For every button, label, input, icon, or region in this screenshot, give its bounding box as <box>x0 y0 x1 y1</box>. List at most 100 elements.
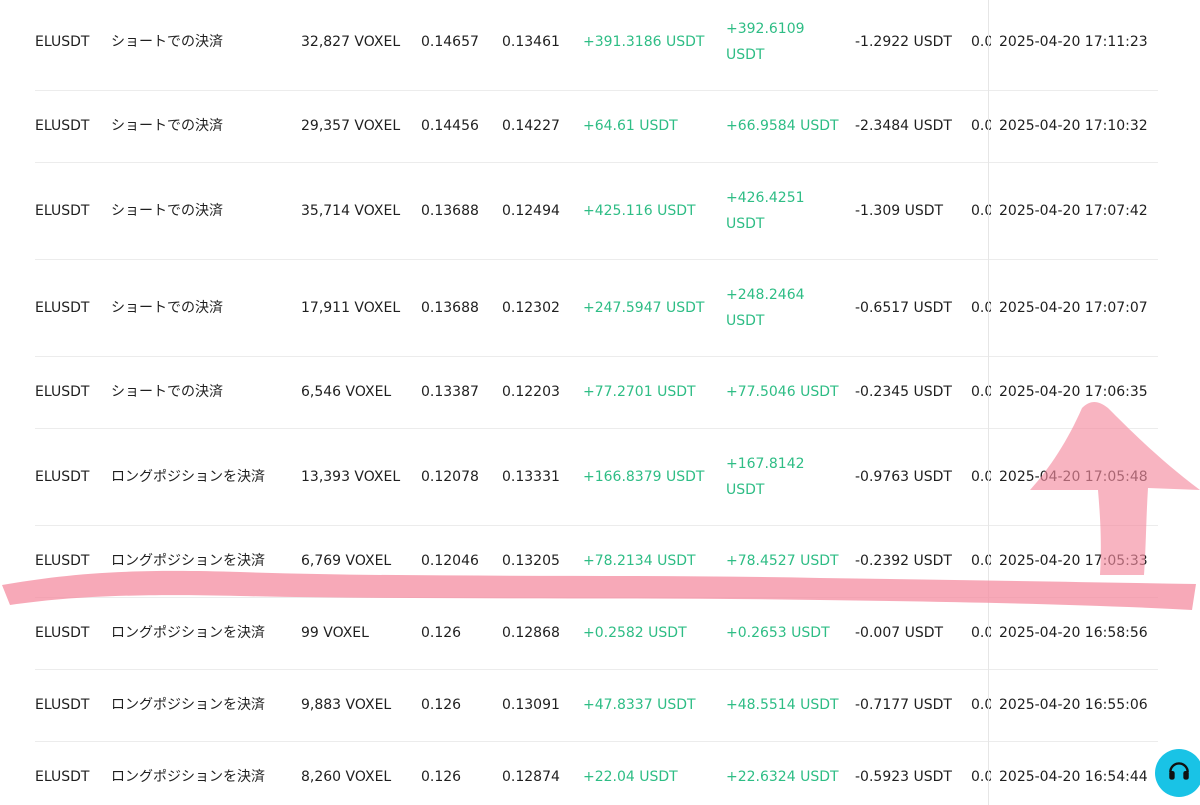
open-price-cell: 0.14456 <box>421 118 479 134</box>
side-cell: ショートでの決済 <box>111 34 223 50</box>
pnl-gross-cell: +167.8142 USDT <box>726 456 805 498</box>
trade-history-table: ELUSDT ショートでの決済 32,827 VOXEL 0.14657 0.1… <box>0 0 1200 805</box>
close-price-cell: 0.12302 <box>502 300 560 316</box>
fee-cell: -0.2345 USDT <box>855 384 952 400</box>
table-row[interactable]: ELUSDT ショートでの決済 6,546 VOXEL 0.13387 0.12… <box>0 357 1200 429</box>
table-row[interactable]: ELUSDT ショートでの決済 29,357 VOXEL 0.14456 0.1… <box>0 91 1200 163</box>
close-price-cell: 0.13091 <box>502 697 560 713</box>
side-cell: ロングポジションを決済 <box>111 553 265 569</box>
close-price-cell: 0.13205 <box>502 553 560 569</box>
symbol-cell: ELUSDT <box>35 625 90 641</box>
time-cell: 2025-04-20 16:54:44 <box>999 769 1148 785</box>
open-price-cell: 0.12078 <box>421 469 479 485</box>
table-row[interactable]: ELUSDT ロングポジションを決済 99 VOXEL 0.126 0.1286… <box>0 598 1200 670</box>
side-cell: ショートでの決済 <box>111 203 223 219</box>
symbol-cell: ELUSDT <box>35 384 90 400</box>
side-cell: ショートでの決済 <box>111 118 223 134</box>
fee-cell: -0.007 USDT <box>855 625 944 641</box>
close-price-cell: 0.12203 <box>502 384 560 400</box>
side-cell: ショートでの決済 <box>111 384 223 400</box>
time-cell: 2025-04-20 17:05:48 <box>999 469 1148 485</box>
side-cell: ロングポジションを決済 <box>111 469 265 485</box>
qty-cell: 99 VOXEL <box>301 625 369 641</box>
pnl-cell: +78.2134 USDT <box>583 553 696 569</box>
symbol-cell: ELUSDT <box>35 300 90 316</box>
pnl-gross-cell: +48.5514 USDT <box>726 697 839 713</box>
symbol-cell: ELUSDT <box>35 118 90 134</box>
time-cell: 2025-04-20 16:58:56 <box>999 625 1148 641</box>
close-price-cell: 0.12494 <box>502 203 560 219</box>
side-cell: ロングポジションを決済 <box>111 697 265 713</box>
sticky-column-divider <box>988 0 989 805</box>
qty-cell: 6,769 VOXEL <box>301 553 392 569</box>
qty-cell: 13,393 VOXEL <box>301 469 401 485</box>
qty-cell: 29,357 VOXEL <box>301 118 401 134</box>
open-price-cell: 0.126 <box>421 697 462 713</box>
qty-cell: 17,911 VOXEL <box>301 300 401 316</box>
close-price-cell: 0.14227 <box>502 118 560 134</box>
pnl-gross-cell: +392.6109 USDT <box>726 21 805 63</box>
qty-cell: 32,827 VOXEL <box>301 34 401 50</box>
symbol-cell: ELUSDT <box>35 553 90 569</box>
table-row[interactable]: ELUSDT ロングポジションを決済 6,769 VOXEL 0.12046 0… <box>0 526 1200 598</box>
close-price-cell: 0.12874 <box>502 769 560 785</box>
pnl-cell: +77.2701 USDT <box>583 384 696 400</box>
symbol-cell: ELUSDT <box>35 697 90 713</box>
close-price-cell: 0.13461 <box>502 34 560 50</box>
qty-cell: 9,883 VOXEL <box>301 697 392 713</box>
open-price-cell: 0.12046 <box>421 553 479 569</box>
close-price-cell: 0.12868 <box>502 625 560 641</box>
time-cell: 2025-04-20 16:55:06 <box>999 697 1148 713</box>
open-price-cell: 0.13688 <box>421 203 479 219</box>
fee-cell: -0.5923 USDT <box>855 769 952 785</box>
time-cell: 2025-04-20 17:06:35 <box>999 384 1148 400</box>
pnl-cell: +47.8337 USDT <box>583 697 696 713</box>
open-price-cell: 0.13387 <box>421 384 479 400</box>
headset-icon <box>1166 758 1192 788</box>
fee-cell: -0.9763 USDT <box>855 469 952 485</box>
pnl-cell: +166.8379 USDT <box>583 469 705 485</box>
fee-cell: -0.7177 USDT <box>855 697 952 713</box>
table-row[interactable]: ELUSDT ショートでの決済 32,827 VOXEL 0.14657 0.1… <box>0 0 1200 91</box>
side-cell: ロングポジションを決済 <box>111 769 265 785</box>
pnl-gross-cell: +426.4251 USDT <box>726 190 805 232</box>
qty-cell: 6,546 VOXEL <box>301 384 392 400</box>
time-cell: 2025-04-20 17:10:32 <box>999 118 1148 134</box>
symbol-cell: ELUSDT <box>35 769 90 785</box>
fee-cell: -1.2922 USDT <box>855 34 952 50</box>
time-cell: 2025-04-20 17:05:33 <box>999 553 1148 569</box>
pnl-gross-cell: +78.4527 USDT <box>726 553 839 569</box>
open-price-cell: 0.126 <box>421 769 462 785</box>
fee-cell: -0.6517 USDT <box>855 300 952 316</box>
table-row[interactable]: ELUSDT ロングポジションを決済 9,883 VOXEL 0.126 0.1… <box>0 670 1200 742</box>
open-price-cell: 0.13688 <box>421 300 479 316</box>
side-cell: ロングポジションを決済 <box>111 625 265 641</box>
support-chat-button[interactable] <box>1155 749 1200 797</box>
pnl-cell: +64.61 USDT <box>583 118 678 134</box>
pnl-gross-cell: +248.2464 USDT <box>726 287 805 329</box>
pnl-gross-cell: +77.5046 USDT <box>726 384 839 400</box>
fee-cell: -1.309 USDT <box>855 203 944 219</box>
pnl-cell: +0.2582 USDT <box>583 625 687 641</box>
qty-cell: 8,260 VOXEL <box>301 769 392 785</box>
symbol-cell: ELUSDT <box>35 34 90 50</box>
table-row[interactable]: ELUSDT ロングポジションを決済 8,260 VOXEL 0.126 0.1… <box>0 742 1200 805</box>
table-row[interactable]: ELUSDT ショートでの決済 35,714 VOXEL 0.13688 0.1… <box>0 163 1200 260</box>
symbol-cell: ELUSDT <box>35 203 90 219</box>
pnl-cell: +247.5947 USDT <box>583 300 705 316</box>
pnl-gross-cell: +22.6324 USDT <box>726 769 839 785</box>
time-cell: 2025-04-20 17:07:42 <box>999 203 1148 219</box>
time-cell: 2025-04-20 17:11:23 <box>999 34 1148 50</box>
side-cell: ショートでの決済 <box>111 300 223 316</box>
open-price-cell: 0.126 <box>421 625 462 641</box>
pnl-cell: +425.116 USDT <box>583 203 696 219</box>
fee-cell: -0.2392 USDT <box>855 553 952 569</box>
pnl-cell: +22.04 USDT <box>583 769 678 785</box>
table-row[interactable]: ELUSDT ロングポジションを決済 13,393 VOXEL 0.12078 … <box>0 429 1200 526</box>
pnl-cell: +391.3186 USDT <box>583 34 705 50</box>
qty-cell: 35,714 VOXEL <box>301 203 401 219</box>
close-price-cell: 0.13331 <box>502 469 560 485</box>
time-cell: 2025-04-20 17:07:07 <box>999 300 1148 316</box>
table-row[interactable]: ELUSDT ショートでの決済 17,911 VOXEL 0.13688 0.1… <box>0 260 1200 357</box>
pnl-gross-cell: +0.2653 USDT <box>726 625 830 641</box>
